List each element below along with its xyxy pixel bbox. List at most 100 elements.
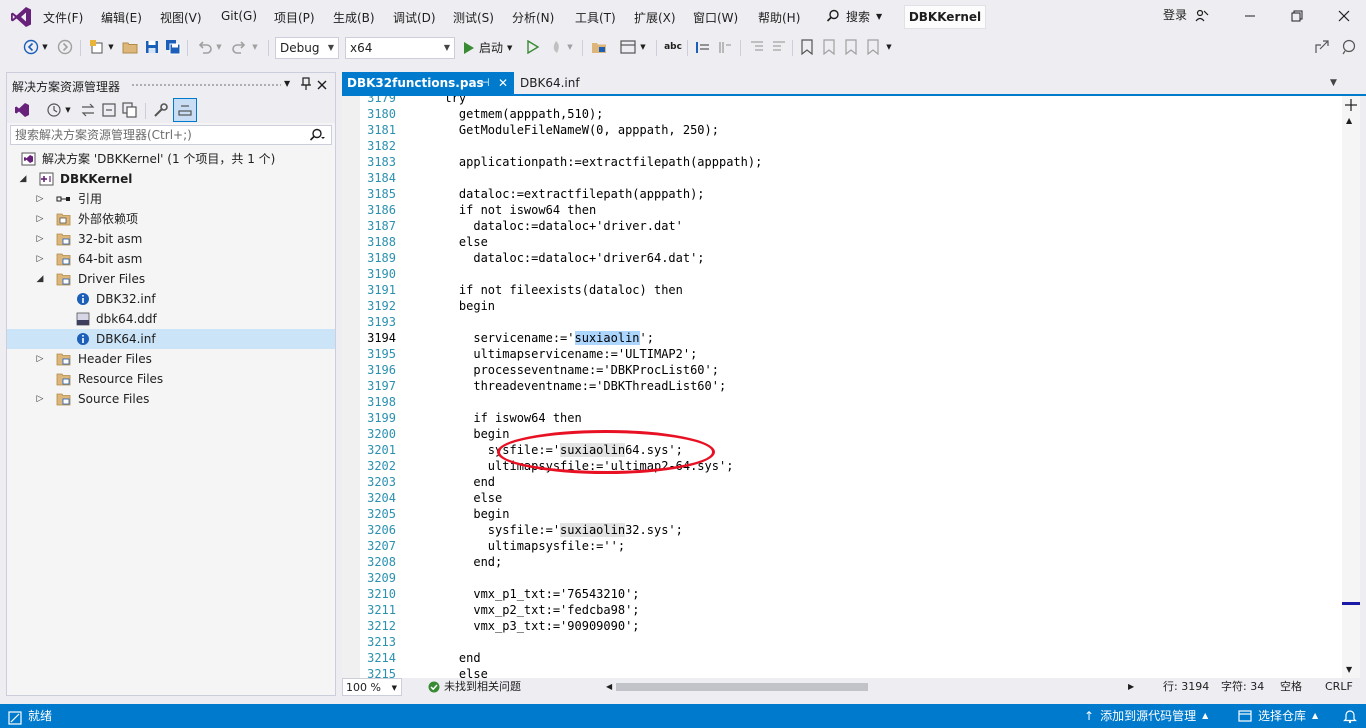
code-line[interactable]: 3193 (360, 314, 1340, 330)
code-line[interactable]: 3194 servicename:='suxiaolin'; (360, 330, 1340, 346)
solution-folder-icon[interactable] (590, 38, 608, 56)
platform-select[interactable]: x64 ▼ (345, 37, 455, 59)
collapsed-arrow-icon[interactable]: ▷ (34, 229, 46, 249)
tree-item-resource-files[interactable]: Resource Files (7, 369, 335, 389)
horizontal-scroll-thumb[interactable] (616, 683, 868, 691)
redo-dropdown-icon[interactable]: ▼ (250, 38, 260, 56)
sync-icon[interactable] (79, 101, 97, 119)
code-line[interactable]: 3181 GetModuleFileNameW(0, apppath, 250)… (360, 122, 1340, 138)
horizontal-scrollbar[interactable]: ◀ ▶ (604, 678, 1134, 696)
menu-analyze[interactable]: 分析(N) (512, 9, 554, 26)
code-line[interactable]: 3213 (360, 634, 1340, 650)
back-icon[interactable] (22, 38, 40, 56)
clear-bookmarks-icon[interactable] (864, 38, 882, 56)
close-icon[interactable] (1334, 6, 1354, 26)
collapsed-arrow-icon[interactable]: ▷ (34, 209, 46, 229)
preview-selected-items-icon[interactable] (173, 98, 197, 122)
solution-explorer-search-input[interactable]: 搜索解决方案资源管理器(Ctrl+;) (10, 125, 332, 145)
menu-help[interactable]: 帮助(H) (758, 9, 800, 26)
feedback-icon[interactable] (1340, 38, 1358, 56)
account-feedback-icon[interactable] (1192, 6, 1212, 26)
code-line[interactable]: 3179 try (360, 96, 1340, 106)
switch-views-icon[interactable] (13, 101, 31, 119)
login-button[interactable]: 登录 (1163, 6, 1187, 23)
tab-dbk32functions-pas[interactable]: DBK32functions.pas ⊣ ✕ (342, 72, 514, 94)
scroll-left-icon[interactable]: ◀ (606, 678, 612, 696)
code-line[interactable]: 3196 processeventname:='DBKProcList60'; (360, 362, 1340, 378)
collapsed-arrow-icon[interactable]: ▷ (34, 189, 46, 209)
menu-edit[interactable]: 编辑(E) (101, 9, 142, 26)
tree-item-dbk32-inf[interactable]: DBK32.inf (7, 289, 335, 309)
code-line[interactable]: 3212 vmx_p3_txt:='90909090'; (360, 618, 1340, 634)
collapsed-arrow-icon[interactable]: ▷ (34, 249, 46, 269)
menu-extensions[interactable]: 扩展(X) (634, 9, 676, 26)
tree-item-header-files[interactable]: ▷ Header Files (7, 349, 335, 369)
menu-window[interactable]: 窗口(W) (693, 9, 738, 26)
configuration-select[interactable]: Debug ▼ (275, 37, 339, 59)
open-folder-icon[interactable] (121, 38, 139, 56)
start-debugging-button[interactable]: 启动 ▼ (463, 39, 512, 56)
code-line[interactable]: 3191 if not fileexists(dataloc) then (360, 282, 1340, 298)
start-without-debugging-icon[interactable] (524, 38, 542, 56)
previous-bookmark-icon[interactable] (820, 38, 838, 56)
code-editor[interactable]: 3179 try 3180 getmem(apppath,510); 3181 Ge… (342, 96, 1342, 678)
next-bookmark-icon[interactable] (842, 38, 860, 56)
collapsed-arrow-icon[interactable]: ▷ (34, 389, 46, 409)
code-line[interactable]: 3200 begin (360, 426, 1340, 442)
hot-reload-dropdown-icon[interactable]: ▼ (565, 38, 575, 56)
forward-icon[interactable] (56, 38, 74, 56)
restore-icon[interactable] (1287, 6, 1307, 26)
scroll-down-icon[interactable]: ▼ (1346, 665, 1352, 674)
code-line[interactable]: 3202 ultimapsysfile:='ultimap2-64.sys'; (360, 458, 1340, 474)
history-dropdown-icon[interactable]: ▼ (63, 101, 73, 119)
panel-menu-icon[interactable]: ▼ (284, 79, 290, 88)
menu-build[interactable]: 生成(B) (333, 9, 375, 26)
code-line[interactable]: 3186 if not iswow64 then (360, 202, 1340, 218)
tree-item-external-deps[interactable]: ▷ 外部依赖项 (7, 209, 335, 229)
code-line[interactable]: 3187 dataloc:=dataloc+'driver.dat' (360, 218, 1340, 234)
minimize-icon[interactable] (1240, 6, 1260, 26)
tree-item-solution[interactable]: 解决方案 'DBKKernel' (1 个项目，共 1 个) (7, 149, 335, 169)
tree-item-references[interactable]: ▷ 引用 (7, 189, 335, 209)
close-panel-icon[interactable] (317, 79, 327, 93)
close-tab-icon[interactable]: ✕ (498, 72, 508, 94)
tab-dbk64-inf[interactable]: DBK64.inf (514, 72, 624, 94)
window-layout-icon[interactable] (619, 38, 637, 56)
code-line[interactable]: 3184 (360, 170, 1340, 186)
properties-icon[interactable] (152, 101, 170, 119)
menu-view[interactable]: 视图(V) (160, 9, 202, 26)
spell-check-icon[interactable]: abc (664, 38, 682, 56)
panel-grip[interactable] (131, 83, 281, 88)
whitespace-indicator[interactable]: 空格 (1280, 678, 1302, 696)
indent-icon[interactable] (748, 38, 766, 56)
bookmark-icon[interactable] (798, 38, 816, 56)
new-dropdown-icon[interactable]: ▼ (106, 38, 116, 56)
tree-item-source-files[interactable]: ▷ Source Files (7, 389, 335, 409)
code-line[interactable]: 3215 else (360, 666, 1340, 678)
code-line[interactable]: 3208 end; (360, 554, 1340, 570)
code-line[interactable]: 3189 dataloc:=dataloc+'driver64.dat'; (360, 250, 1340, 266)
back-dropdown-icon[interactable]: ▼ (40, 38, 50, 56)
save-all-icon[interactable] (164, 38, 182, 56)
code-line[interactable]: 3197 threadeventname:='DBKThreadList60'; (360, 378, 1340, 394)
new-project-icon[interactable] (88, 38, 106, 56)
visual-studio-logo-icon[interactable] (10, 6, 32, 28)
tab-list-dropdown-icon[interactable]: ▼ (1330, 78, 1337, 88)
pin-icon[interactable] (300, 77, 312, 94)
layout-dropdown-icon[interactable]: ▼ (638, 38, 648, 56)
live-share-icon[interactable] (1313, 38, 1331, 56)
expanded-arrow-icon[interactable]: ◢ (34, 269, 46, 289)
code-line[interactable]: 3204 else (360, 490, 1340, 506)
code-line[interactable]: 3183 applicationpath:=extractfilepath(ap… (360, 154, 1340, 170)
code-line[interactable]: 3180 getmem(apppath,510); (360, 106, 1340, 122)
code-line[interactable]: 3199 if iswow64 then (360, 410, 1340, 426)
uncomment-icon[interactable] (716, 38, 734, 56)
toggle-comment-icon[interactable] (694, 38, 712, 56)
add-to-source-control-button[interactable]: ↑ 添加到源代码管理 ▲ (1084, 704, 1208, 728)
code-line[interactable]: 3192 begin (360, 298, 1340, 314)
tree-item-32bit-asm[interactable]: ▷ 32-bit asm (7, 229, 335, 249)
split-editor-icon[interactable] (1343, 98, 1359, 115)
scroll-up-icon[interactable]: ▲ (1346, 116, 1352, 125)
tree-item-64bit-asm[interactable]: ▷ 64-bit asm (7, 249, 335, 269)
code-line[interactable]: 3195 ultimapservicename:='ULTIMAP2'; (360, 346, 1340, 362)
